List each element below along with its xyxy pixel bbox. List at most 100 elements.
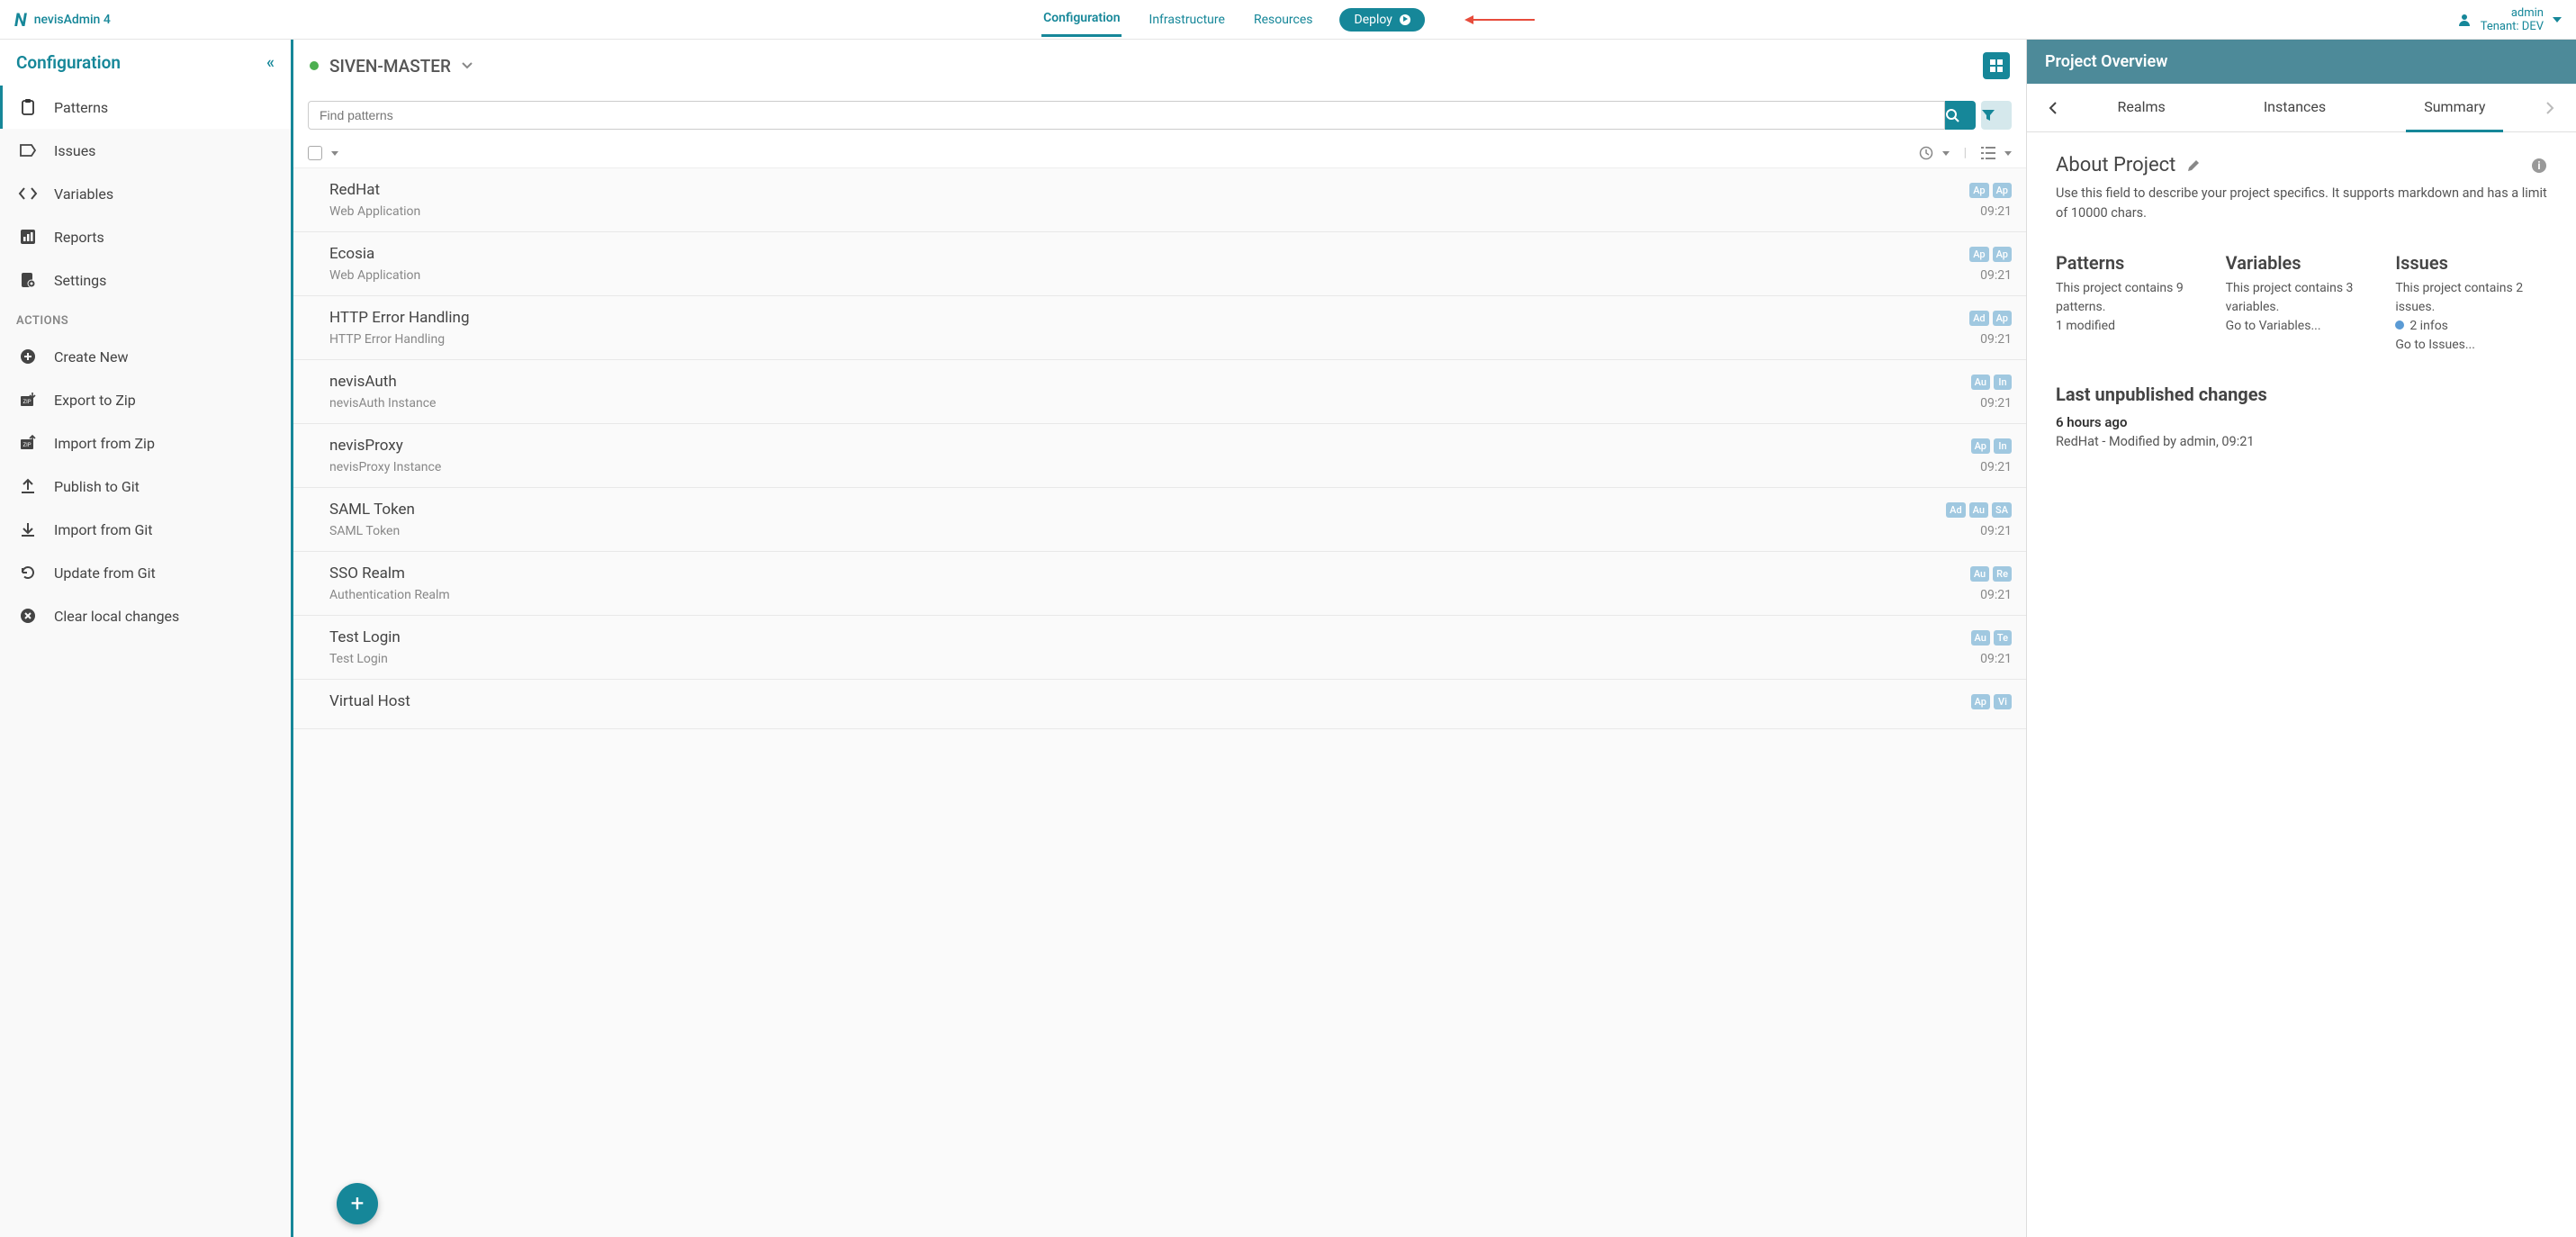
pattern-type: Test Login	[329, 652, 388, 666]
nav-resources[interactable]: Resources	[1252, 4, 1315, 36]
sidebar-item-settings[interactable]: Settings	[0, 258, 291, 302]
user-area[interactable]: admin Tenant: DEV	[2457, 6, 2562, 33]
pattern-name: nevisProxy	[329, 437, 403, 455]
pattern-time: 09:21	[1980, 268, 2012, 283]
nav-configuration[interactable]: Configuration	[1041, 2, 1121, 37]
svg-text:i: i	[2537, 159, 2540, 172]
sidebar-item-label: Settings	[54, 272, 106, 289]
chevron-down-icon	[2553, 17, 2562, 23]
chevron-left-icon	[2049, 102, 2058, 114]
overview-body: About Project i Use this field to descri…	[2027, 132, 2576, 471]
pattern-item[interactable]: RedHat ApAp Web Application 09:21	[293, 168, 2026, 232]
sidebar-action-import-zip[interactable]: ZIP Import from Zip	[0, 421, 291, 465]
sidebar-action-create-new[interactable]: Create New	[0, 335, 291, 378]
sidebar-action-publish-git[interactable]: Publish to Git	[0, 465, 291, 508]
sidebar-action-import-git[interactable]: Import from Git	[0, 508, 291, 551]
sidebar-item-reports[interactable]: Reports	[0, 215, 291, 258]
play-icon	[1400, 14, 1410, 25]
pattern-item[interactable]: Ecosia ApAp Web Application 09:21	[293, 232, 2026, 296]
logo-icon: N	[14, 9, 27, 31]
pattern-badges: ApIn	[1971, 438, 2012, 454]
search-icon	[1945, 108, 1959, 122]
user-name: admin	[2481, 6, 2544, 20]
app-logo[interactable]: N nevisAdmin 4	[14, 9, 111, 31]
pattern-item[interactable]: HTTP Error Handling AdAp HTTP Error Hand…	[293, 296, 2026, 360]
search-row	[293, 92, 2026, 139]
search-button[interactable]	[1945, 101, 1976, 130]
about-description: Use this field to describe your project …	[2056, 184, 2547, 223]
pattern-badge: Ap	[1971, 438, 1990, 454]
filter-button[interactable]	[1981, 101, 2012, 130]
pattern-badge: Au	[1970, 566, 1989, 582]
project-name[interactable]: SIVEN-MASTER	[329, 56, 451, 77]
sidebar-action-update-git[interactable]: Update from Git	[0, 551, 291, 594]
sidebar-action-label: Create New	[54, 348, 128, 366]
chevron-down-icon[interactable]	[462, 62, 473, 69]
change-time: 6 hours ago	[2056, 414, 2547, 430]
chevron-down-icon[interactable]	[2004, 151, 2012, 156]
list-view-icon[interactable]	[1981, 147, 1995, 159]
stat-variables: Variables This project contains 3 variab…	[2226, 252, 2378, 355]
pattern-name: HTTP Error Handling	[329, 309, 470, 327]
edit-icon[interactable]	[2186, 158, 2201, 173]
pattern-badge: Ap	[1969, 183, 1988, 198]
pattern-badges: ApVi	[1971, 694, 2012, 709]
pattern-badge: Ap	[1993, 183, 2012, 198]
grid-icon	[1989, 59, 2004, 73]
add-pattern-fab[interactable]: +	[337, 1183, 378, 1224]
pattern-badges: AuIn	[1971, 375, 2012, 390]
sidebar-item-label: Variables	[54, 185, 113, 203]
info-icon[interactable]: i	[2531, 158, 2547, 174]
select-all-checkbox[interactable]	[308, 146, 322, 160]
svg-text:ZIP: ZIP	[23, 399, 31, 405]
pattern-item[interactable]: nevisAuth AuIn nevisAuth Instance 09:21	[293, 360, 2026, 424]
zip-export-icon: ZIP	[18, 391, 38, 409]
sidebar-action-clear-changes[interactable]: Clear local changes	[0, 594, 291, 637]
pattern-type: nevisAuth Instance	[329, 396, 436, 411]
pattern-item[interactable]: Test Login AuTe Test Login 09:21	[293, 616, 2026, 680]
pattern-badges: ApAp	[1969, 247, 2012, 262]
pattern-item[interactable]: Virtual Host ApVi	[293, 680, 2026, 729]
nav-infrastructure[interactable]: Infrastructure	[1148, 4, 1227, 36]
go-to-issues-link[interactable]: Go to Issues...	[2395, 336, 2547, 355]
sidebar-item-patterns[interactable]: Patterns	[0, 86, 291, 129]
grid-view-button[interactable]	[1983, 52, 2010, 79]
pattern-badge: Re	[1993, 566, 2012, 582]
pattern-time: 09:21	[1980, 460, 2012, 474]
changes-section: Last unpublished changes 6 hours ago Red…	[2056, 384, 2547, 449]
deploy-button[interactable]: Deploy	[1340, 8, 1425, 32]
tab-realms[interactable]: Realms	[2100, 84, 2184, 131]
clock-icon[interactable]	[1919, 146, 1933, 160]
go-to-variables-link[interactable]: Go to Variables...	[2226, 317, 2378, 336]
sidebar-action-export-zip[interactable]: ZIP Export to Zip	[0, 378, 291, 421]
filter-icon	[1981, 108, 1995, 122]
pattern-time: 09:21	[1980, 652, 2012, 666]
pattern-item[interactable]: nevisProxy ApIn nevisProxy Instance 09:2…	[293, 424, 2026, 488]
sidebar-item-issues[interactable]: Issues	[0, 129, 291, 172]
pattern-badge: In	[1994, 375, 2012, 390]
tab-summary[interactable]: Summary	[2406, 84, 2503, 132]
pattern-name: nevisAuth	[329, 373, 397, 391]
pattern-item[interactable]: SAML Token AdAuSA SAML Token 09:21	[293, 488, 2026, 552]
plus-icon: +	[351, 1190, 365, 1217]
zip-import-icon: ZIP	[18, 434, 38, 452]
pattern-item[interactable]: SSO Realm AuRe Authentication Realm 09:2…	[293, 552, 2026, 616]
collapse-icon[interactable]: «	[266, 53, 275, 72]
chevron-down-icon[interactable]	[331, 151, 338, 156]
tab-prev-button[interactable]	[2038, 91, 2068, 125]
pattern-list[interactable]: RedHat ApAp Web Application 09:21 Ecosia…	[293, 168, 2026, 1237]
info-dot-icon	[2395, 321, 2404, 330]
tab-instances[interactable]: Instances	[2246, 84, 2344, 131]
chevron-down-icon[interactable]	[1942, 151, 1950, 156]
sidebar-title: Configuration	[16, 52, 121, 73]
pattern-badge: Ap	[1993, 311, 2012, 326]
sidebar-item-variables[interactable]: Variables	[0, 172, 291, 215]
tab-next-button[interactable]	[2535, 91, 2565, 125]
pattern-badge: Vi	[1994, 694, 2012, 709]
pattern-badge: Ad	[1946, 502, 1966, 518]
pattern-name: Virtual Host	[329, 692, 410, 710]
search-input[interactable]	[308, 101, 1945, 130]
pattern-name: Test Login	[329, 628, 401, 646]
sidebar-action-label: Clear local changes	[54, 608, 179, 625]
sidebar-item-label: Reports	[54, 229, 104, 246]
